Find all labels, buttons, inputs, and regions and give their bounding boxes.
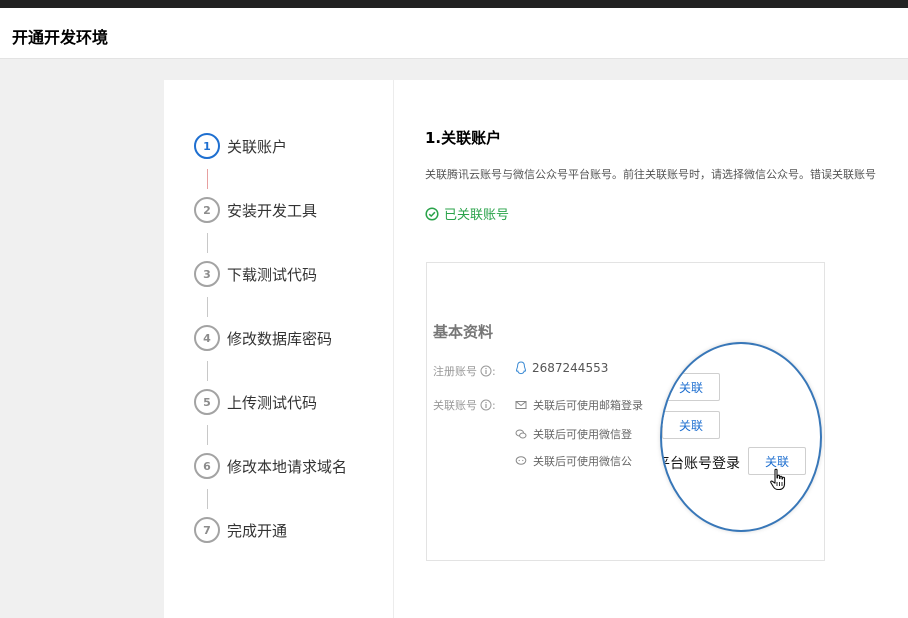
step-number-circle: 6 bbox=[194, 453, 220, 479]
wechat-icon bbox=[515, 429, 527, 439]
linked-account-label: 关联账号 : bbox=[433, 398, 496, 413]
hand-cursor-icon bbox=[770, 468, 786, 491]
bind-row-email: 关联后可使用邮箱登录 bbox=[515, 397, 643, 413]
step-number-circle: 1 bbox=[194, 133, 220, 159]
linked-status-text: 已关联账号 bbox=[444, 208, 510, 223]
step-label: 修改数据库密码 bbox=[227, 329, 333, 348]
step-connector bbox=[207, 489, 208, 509]
info-icon bbox=[480, 365, 492, 377]
step-connector bbox=[207, 233, 208, 253]
bind-row-wechat: 关联后可使用微信登 bbox=[515, 426, 632, 442]
step-3[interactable]: 3 下载测试代码 bbox=[194, 261, 317, 287]
step-label: 修改本地请求域名 bbox=[227, 457, 348, 476]
step-7[interactable]: 7 完成开通 bbox=[194, 517, 287, 543]
register-account-value: 2687244553 bbox=[515, 361, 608, 375]
link-button-2[interactable]: 关联 bbox=[662, 411, 720, 439]
panel-title: 基本资料 bbox=[433, 323, 494, 341]
step-number-circle: 2 bbox=[194, 197, 220, 223]
step-label: 上传测试代码 bbox=[227, 393, 318, 412]
info-icon bbox=[480, 399, 492, 411]
magnifier-lens: 录 关联 登录 关联 众平台账号登录 关联 bbox=[660, 342, 822, 532]
step-label: 完成开通 bbox=[227, 521, 288, 540]
section-title: 1.关联账户 bbox=[425, 129, 502, 147]
step-number-circle: 3 bbox=[194, 261, 220, 287]
page-title: 开通开发环境 bbox=[12, 28, 109, 47]
linked-status: 已关联账号 bbox=[425, 204, 509, 223]
step-1[interactable]: 1 关联账户 bbox=[194, 133, 287, 159]
step-number-circle: 5 bbox=[194, 389, 220, 415]
step-label: 安装开发工具 bbox=[227, 201, 318, 220]
step-number-circle: 7 bbox=[194, 517, 220, 543]
step-number-circle: 4 bbox=[194, 325, 220, 351]
step-connector bbox=[207, 425, 208, 445]
step-connector bbox=[207, 361, 208, 381]
main-card: 1 关联账户 2 安装开发工具 3 下载测试代码 4 修改数据库密码 5 上传测… bbox=[164, 80, 908, 618]
step-connector bbox=[207, 169, 208, 189]
qq-icon bbox=[515, 361, 527, 375]
steps-sidebar: 1 关联账户 2 安装开发工具 3 下载测试代码 4 修改数据库密码 5 上传测… bbox=[164, 80, 394, 618]
bind-row-wechat-official: 关联后可使用微信公 bbox=[515, 453, 632, 469]
step-2[interactable]: 2 安装开发工具 bbox=[194, 197, 317, 223]
step-6[interactable]: 6 修改本地请求域名 bbox=[194, 453, 347, 479]
register-account-label: 注册账号 : bbox=[433, 364, 496, 379]
chat-bubble-icon bbox=[515, 456, 527, 465]
step-4[interactable]: 4 修改数据库密码 bbox=[194, 325, 332, 351]
magnified-text-3: 众平台账号登录 bbox=[662, 456, 740, 472]
account-screenshot-panel: 基本资料 注册账号 : 2687244553 关联账号: 关联后可使用邮箱登录… bbox=[426, 262, 825, 561]
mail-icon bbox=[515, 401, 527, 409]
link-button-1[interactable]: 关联 bbox=[662, 373, 720, 401]
section-description: 关联腾讯云账号与微信公众号平台账号。前往关联账号时，请选择微信公众号。错误关联账… bbox=[425, 168, 876, 181]
step-content: 1.关联账户 关联腾讯云账号与微信公众号平台账号。前往关联账号时，请选择微信公众… bbox=[425, 80, 908, 618]
step-5[interactable]: 5 上传测试代码 bbox=[194, 389, 317, 415]
step-label: 关联账户 bbox=[227, 137, 288, 156]
step-connector bbox=[207, 297, 208, 317]
step-label: 下载测试代码 bbox=[227, 265, 318, 284]
check-circle-icon bbox=[425, 206, 439, 221]
page-header: 开通开发环境 bbox=[0, 8, 908, 59]
top-bar bbox=[0, 0, 908, 8]
